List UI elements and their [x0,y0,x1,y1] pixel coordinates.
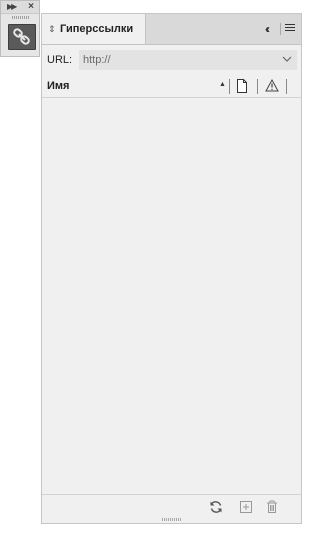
column-divider[interactable] [257,79,258,94]
url-label: URL: [47,54,73,66]
dock-header: ▶▶ × [1,1,39,14]
list-header: Имя ▲ [42,75,301,98]
tab-label: Гиперссылки [60,23,134,35]
hyperlinks-panel-button[interactable] [8,24,36,50]
refresh-icon[interactable] [209,500,223,514]
url-input[interactable] [83,53,273,67]
url-combobox[interactable] [79,50,297,70]
chevron-down-icon[interactable] [282,55,292,63]
close-icon[interactable]: × [28,1,34,12]
trash-icon[interactable] [265,500,279,514]
column-divider[interactable] [229,79,230,94]
new-hyperlink-icon[interactable] [239,500,253,514]
hyperlinks-panel: ⇕ Гиперссылки ‹‹ URL: Имя ▲ [41,13,302,524]
hyperlinks-list[interactable] [42,98,301,494]
collapsed-panel-dock: ▶▶ × [0,0,40,57]
tab-resize-icon: ⇕ [48,24,56,34]
panel-tab-bar: ⇕ Гиперссылки ‹‹ [42,14,301,45]
sort-ascending-icon[interactable]: ▲ [219,80,226,90]
double-chevron-right-icon[interactable]: ▶▶ [7,2,17,12]
column-header-name[interactable]: Имя [47,80,69,93]
hyperlink-chain-icon [13,28,30,45]
dock-grip[interactable] [12,16,30,19]
tabbar-divider [280,23,281,35]
panel-resize-grip[interactable] [162,518,182,521]
page-icon[interactable] [236,79,248,93]
panel-footer [42,494,301,519]
column-divider[interactable] [286,79,287,94]
tab-hyperlinks[interactable]: ⇕ Гиперссылки [42,14,146,44]
warning-icon[interactable] [265,79,279,92]
double-chevron-left-icon[interactable]: ‹‹ [259,22,273,36]
url-row: URL: [42,45,301,75]
hamburger-menu-icon[interactable] [285,24,295,33]
